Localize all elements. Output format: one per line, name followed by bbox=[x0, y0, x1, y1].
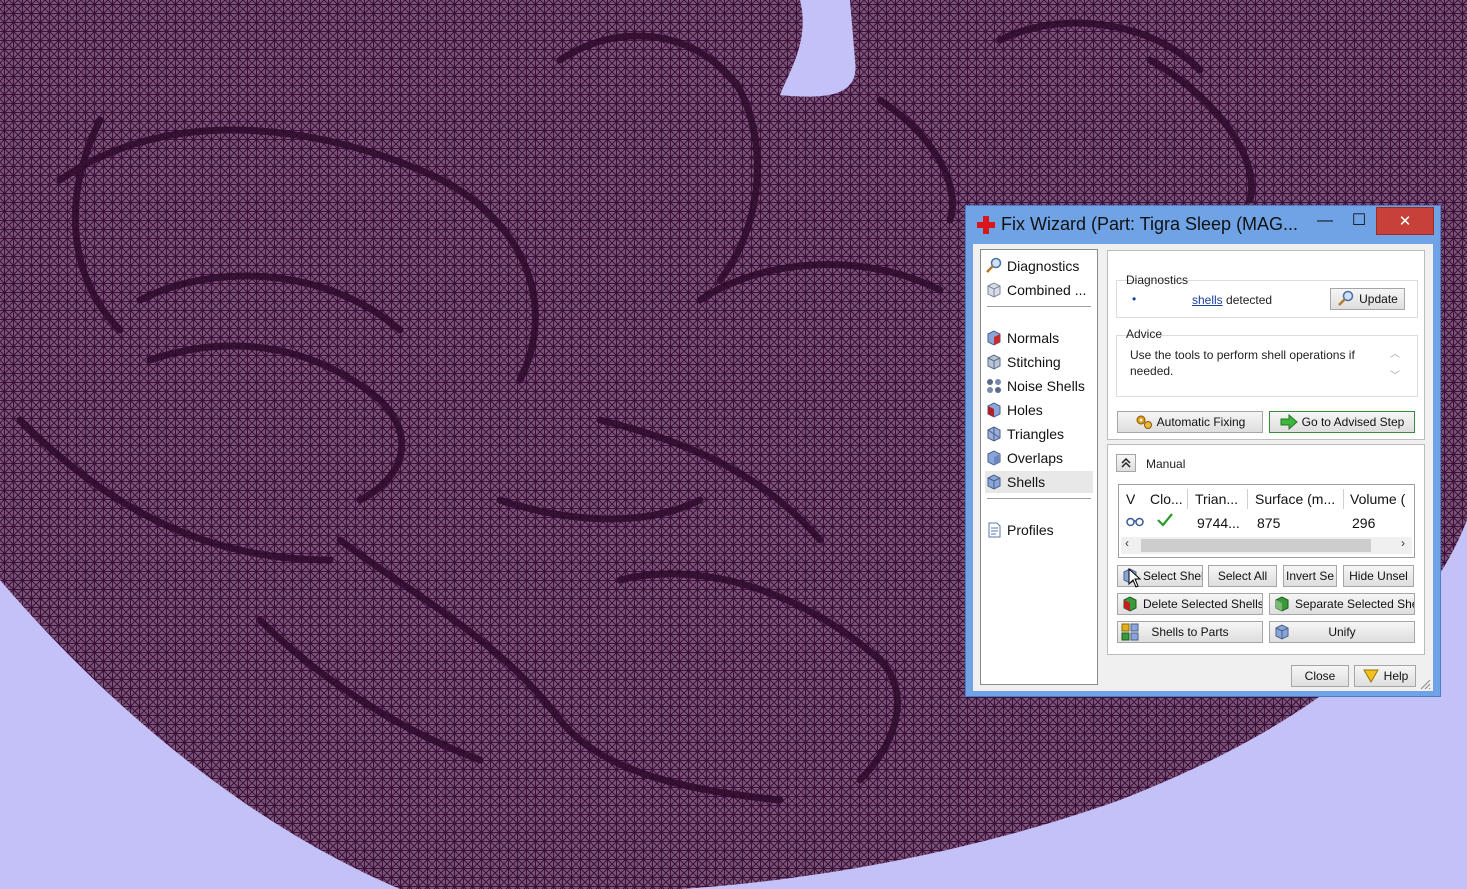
shells-table: V Clo... Trian... Surface (m... Volume (… bbox=[1118, 484, 1415, 558]
select-all-button[interactable]: Select All bbox=[1208, 565, 1277, 587]
unify-button[interactable]: Unify bbox=[1269, 621, 1415, 643]
holes-cube-icon bbox=[987, 402, 1001, 418]
update-button[interactable]: Update bbox=[1330, 288, 1405, 310]
column-header[interactable]: Trian... bbox=[1195, 491, 1250, 507]
nav-item-combined[interactable]: Combined ... bbox=[985, 279, 1093, 301]
advice-text: Use the tools to perform shell operation… bbox=[1130, 348, 1355, 378]
nav-item-holes[interactable]: Holes bbox=[985, 399, 1093, 421]
checkmark-icon bbox=[1157, 513, 1173, 527]
shells-cube-icon bbox=[987, 474, 1001, 490]
automatic-fixing-button[interactable]: Automatic Fixing bbox=[1117, 411, 1263, 433]
nav-item-diagnostics[interactable]: Diagnostics bbox=[985, 255, 1093, 277]
stitching-cube-icon bbox=[987, 354, 1001, 370]
document-icon bbox=[988, 522, 1001, 538]
invert-selection-button[interactable]: Invert Se bbox=[1283, 565, 1337, 587]
advice-scroll-up[interactable]: ︿ bbox=[1390, 345, 1400, 360]
minimize-button[interactable]: — bbox=[1308, 207, 1342, 235]
magnifier-icon bbox=[1338, 290, 1354, 306]
surface-cell: 875 bbox=[1257, 515, 1281, 531]
scroll-thumb[interactable] bbox=[1141, 539, 1371, 552]
help-button[interactable]: Help bbox=[1354, 665, 1416, 687]
title-bar[interactable]: Fix Wizard (Part: Tigra Sleep (MAG... — … bbox=[966, 206, 1440, 244]
green-arrow-icon bbox=[1280, 413, 1298, 431]
advice-scroll-down[interactable]: ﹀ bbox=[1390, 367, 1400, 382]
scroll-left-icon[interactable]: ‹ bbox=[1125, 536, 1129, 550]
window-client: Diagnostics Combined ... Normals Stitchi… bbox=[973, 244, 1433, 691]
nav-item-stitching[interactable]: Stitching bbox=[985, 351, 1093, 373]
resize-grip-icon[interactable] bbox=[1419, 678, 1431, 690]
shells-to-parts-button[interactable]: Shells to Parts bbox=[1117, 621, 1263, 643]
nav-divider bbox=[987, 498, 1091, 499]
hide-unselected-button[interactable]: Hide Unsel bbox=[1343, 565, 1414, 587]
column-header[interactable]: Clo... bbox=[1150, 491, 1190, 507]
column-header[interactable]: Surface (m... bbox=[1255, 491, 1343, 507]
close-window-button[interactable]: ✕ bbox=[1376, 207, 1434, 235]
go-to-advised-step-button[interactable]: Go to Advised Step bbox=[1269, 411, 1415, 433]
step-list: Diagnostics Combined ... Normals Stitchi… bbox=[980, 249, 1098, 685]
delete-selected-shells-button[interactable]: Delete Selected Shells bbox=[1117, 593, 1263, 615]
unify-cube-icon bbox=[1275, 624, 1289, 640]
nav-item-normals[interactable]: Normals bbox=[985, 327, 1093, 349]
noise-shells-icon bbox=[987, 379, 1001, 393]
fix-wizard-window[interactable]: Fix Wizard (Part: Tigra Sleep (MAG... — … bbox=[965, 205, 1441, 697]
collapse-manual-button[interactable] bbox=[1116, 454, 1136, 472]
glasses-icon bbox=[1126, 517, 1144, 527]
magnifier-icon bbox=[986, 257, 1002, 273]
column-header[interactable]: Volume ( bbox=[1350, 491, 1412, 507]
nav-item-noise-shells[interactable]: Noise Shells bbox=[985, 375, 1093, 397]
advice-label: Advice bbox=[1126, 327, 1163, 341]
nav-item-profiles[interactable]: Profiles bbox=[985, 519, 1093, 541]
diagnostics-label: Diagnostics bbox=[1126, 273, 1189, 287]
scroll-right-icon[interactable]: › bbox=[1401, 536, 1405, 550]
overlaps-cube-icon bbox=[987, 450, 1001, 466]
separate-selected-shell-button[interactable]: Separate Selected Shell bbox=[1269, 593, 1415, 615]
triangles-cube-icon bbox=[987, 426, 1001, 442]
top-panel: Diagnostics • shells detected Update Adv… bbox=[1107, 250, 1425, 440]
volume-cell: 296 bbox=[1352, 515, 1376, 531]
parts-icon bbox=[1121, 623, 1139, 641]
shells-link[interactable]: shells bbox=[1192, 293, 1223, 307]
chevron-up-icon bbox=[1121, 458, 1131, 468]
triangles-cell: 9744... bbox=[1197, 515, 1240, 531]
cube-icon bbox=[987, 282, 1001, 298]
manual-panel: Manual V Clo... Trian... Surface (m... V… bbox=[1107, 444, 1425, 655]
column-divider bbox=[1187, 489, 1188, 509]
horizontal-scrollbar[interactable]: ‹ › bbox=[1121, 536, 1412, 554]
close-button[interactable]: Close bbox=[1291, 665, 1349, 687]
red-cross-icon bbox=[977, 216, 995, 234]
bullet: • bbox=[1132, 292, 1137, 306]
nav-divider bbox=[987, 306, 1091, 307]
gears-icon bbox=[1136, 415, 1152, 429]
manual-label: Manual bbox=[1146, 457, 1186, 471]
nav-item-shells[interactable]: Shells bbox=[985, 471, 1093, 493]
diagnostics-status: shells detected bbox=[1192, 293, 1272, 307]
detected-text: detected bbox=[1226, 293, 1273, 307]
delete-cube-icon bbox=[1123, 596, 1137, 612]
nav-item-overlaps[interactable]: Overlaps bbox=[985, 447, 1093, 469]
window-title: Fix Wizard (Part: Tigra Sleep (MAG... bbox=[1001, 214, 1299, 234]
nav-item-triangles[interactable]: Triangles bbox=[985, 423, 1093, 445]
mouse-cursor-icon bbox=[1128, 568, 1142, 588]
normals-cube-icon bbox=[987, 330, 1001, 346]
column-header[interactable]: V bbox=[1126, 491, 1135, 507]
separate-cube-icon bbox=[1275, 596, 1289, 612]
column-divider bbox=[1343, 489, 1344, 509]
help-icon bbox=[1362, 669, 1379, 683]
maximize-button[interactable]: ☐ bbox=[1342, 207, 1376, 235]
column-divider bbox=[1247, 489, 1248, 509]
